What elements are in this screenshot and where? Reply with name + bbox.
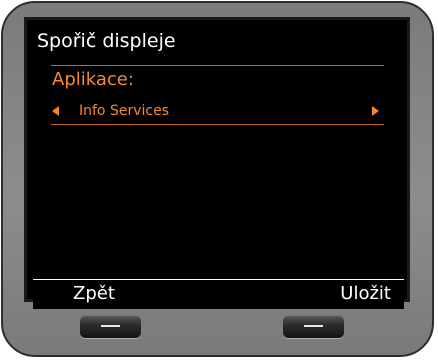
left-arrow-icon[interactable]: [52, 106, 59, 116]
application-selector[interactable]: Info Services: [51, 100, 384, 122]
separator-line: [51, 124, 384, 125]
display-screen: Spořič displeje Aplikace: Info Services …: [33, 26, 404, 309]
application-field-label: Aplikace:: [52, 69, 134, 90]
left-softkey-button[interactable]: [80, 315, 141, 338]
back-softkey-label[interactable]: Zpět: [73, 282, 115, 306]
right-arrow-icon[interactable]: [372, 106, 379, 116]
application-selector-value: Info Services: [79, 103, 169, 119]
right-softkey-button[interactable]: [283, 315, 344, 338]
dash-icon: [101, 325, 120, 327]
softkey-bar: Zpět Uložit: [33, 279, 404, 306]
separator-line: [51, 65, 384, 66]
dash-icon: [304, 325, 323, 327]
save-softkey-label[interactable]: Uložit: [340, 282, 391, 306]
screen-title: Spořič displeje: [37, 30, 176, 52]
